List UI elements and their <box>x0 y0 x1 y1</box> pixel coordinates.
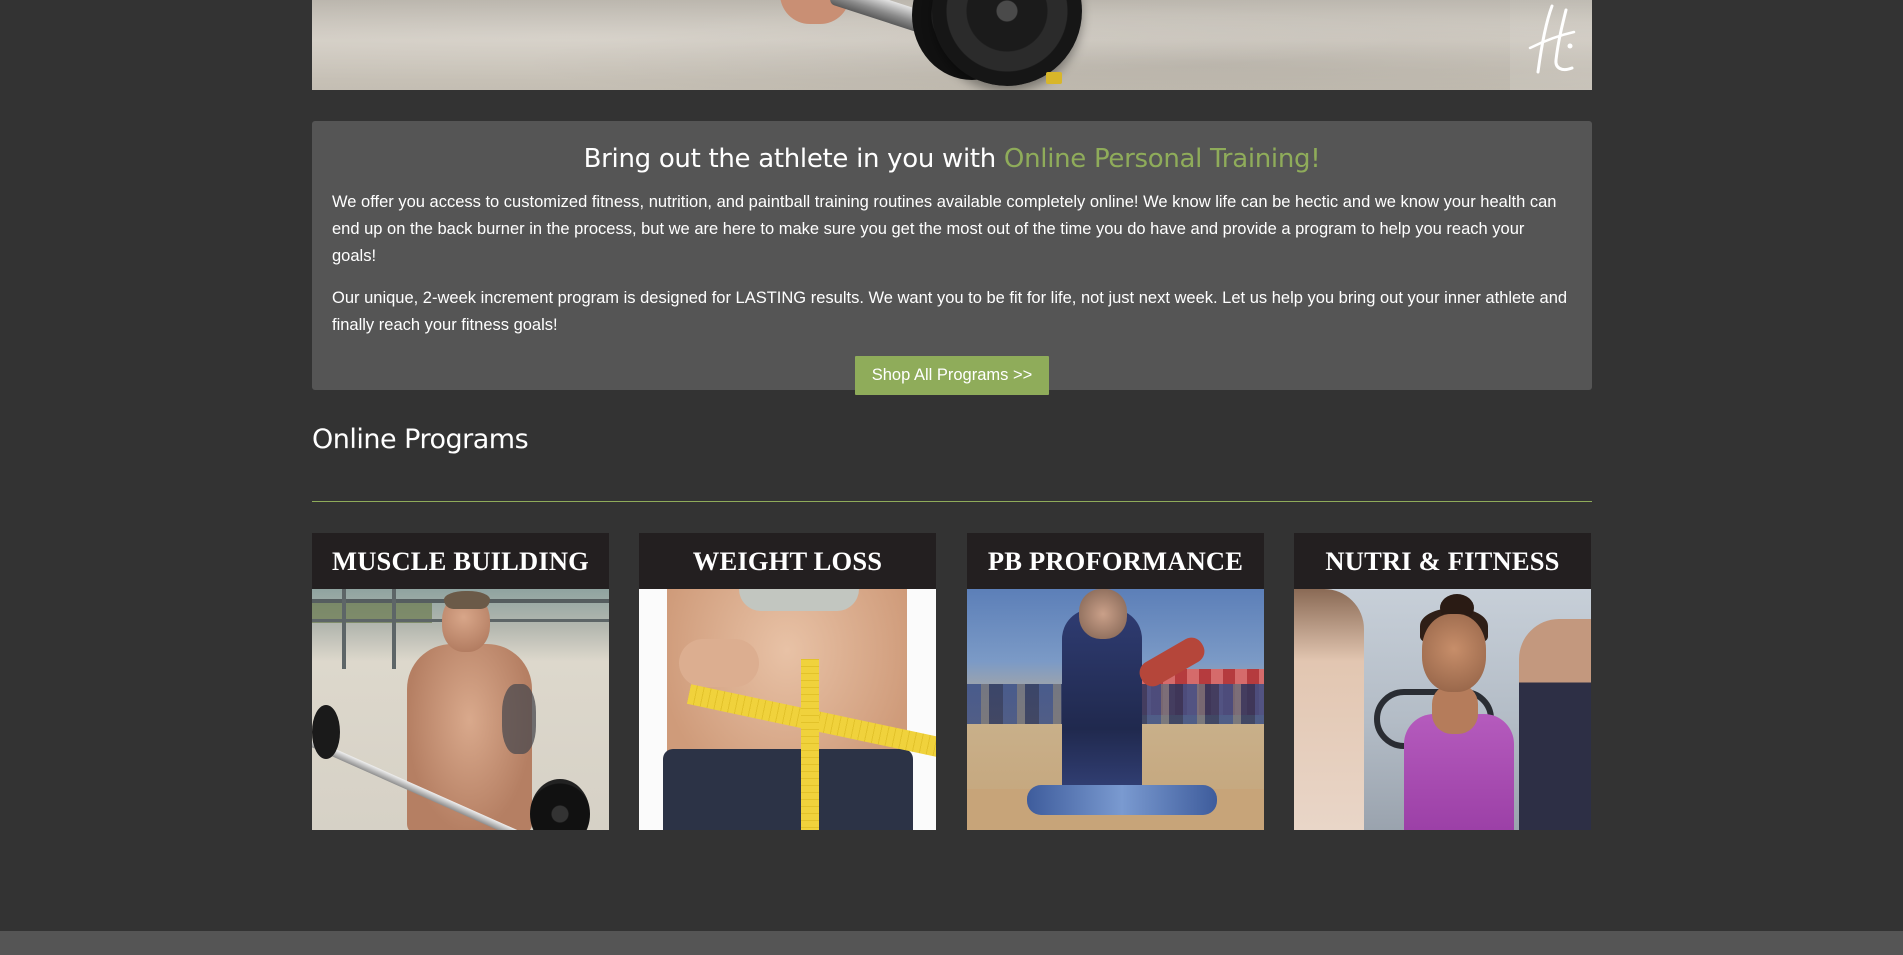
muscle-building-image[interactable] <box>312 589 609 830</box>
image-tattoo <box>502 684 536 754</box>
image-hand <box>679 639 759 687</box>
shop-button-wrapper: Shop All Programs >> <box>332 356 1572 395</box>
image-post <box>342 589 346 669</box>
intro-panel: Bring out the athlete in you with Online… <box>312 121 1592 395</box>
intro-heading-accent: Online Personal Training! <box>1003 144 1321 174</box>
image-player <box>1062 609 1142 809</box>
program-card-title: NUTRI & FITNESS <box>1325 546 1560 576</box>
image-woman-center <box>1404 594 1514 830</box>
intro-paragraph-1: We offer you access to customized fitnes… <box>332 193 1557 265</box>
image-post <box>392 589 396 669</box>
shop-all-programs-button[interactable]: Shop All Programs >> <box>854 356 1050 395</box>
intro-heading: Bring out the athlete in you with Online… <box>332 142 1572 176</box>
intro-paragraph-2: Our unique, 2-week increment program is … <box>332 289 1568 334</box>
image-plate-right <box>530 779 590 830</box>
hero-plate-label <box>1046 72 1062 84</box>
program-card-title: WEIGHT LOSS <box>692 546 883 576</box>
image-plate-left <box>312 705 340 759</box>
program-card-nutri-fitness[interactable]: NUTRI & FITNESS <box>1294 533 1591 830</box>
hero-banner <box>312 0 1592 90</box>
program-card-muscle-building[interactable]: MUSCLE BUILDING <box>312 533 609 830</box>
weight-loss-image[interactable] <box>639 589 936 830</box>
online-programs-title: Online Programs <box>312 424 529 455</box>
program-card-title: MUSCLE BUILDING <box>331 546 589 576</box>
image-top <box>739 589 859 611</box>
image-pants <box>663 749 913 830</box>
program-card-pb-proformance[interactable]: PB PROFORMANCE <box>967 533 1264 830</box>
image-trainer <box>1519 619 1591 830</box>
section-divider <box>312 501 1592 502</box>
footer-strip <box>0 931 1903 955</box>
image-measuring-tape-end <box>801 659 819 830</box>
image-woman-left <box>1294 589 1364 830</box>
pb-proformance-image[interactable] <box>967 589 1264 830</box>
image-lying-player <box>1027 785 1217 815</box>
nutri-fitness-image[interactable] <box>1294 589 1591 830</box>
program-card-title: PB PROFORMANCE <box>987 546 1244 576</box>
image-hair <box>444 591 490 609</box>
brand-logo-icon <box>1510 0 1592 90</box>
image-face <box>1422 614 1486 692</box>
intro-heading-prefix: Bring out the athlete in you with <box>583 144 1004 174</box>
program-card-weight-loss[interactable]: WEIGHT LOSS <box>639 533 936 830</box>
image-head <box>1079 589 1127 639</box>
